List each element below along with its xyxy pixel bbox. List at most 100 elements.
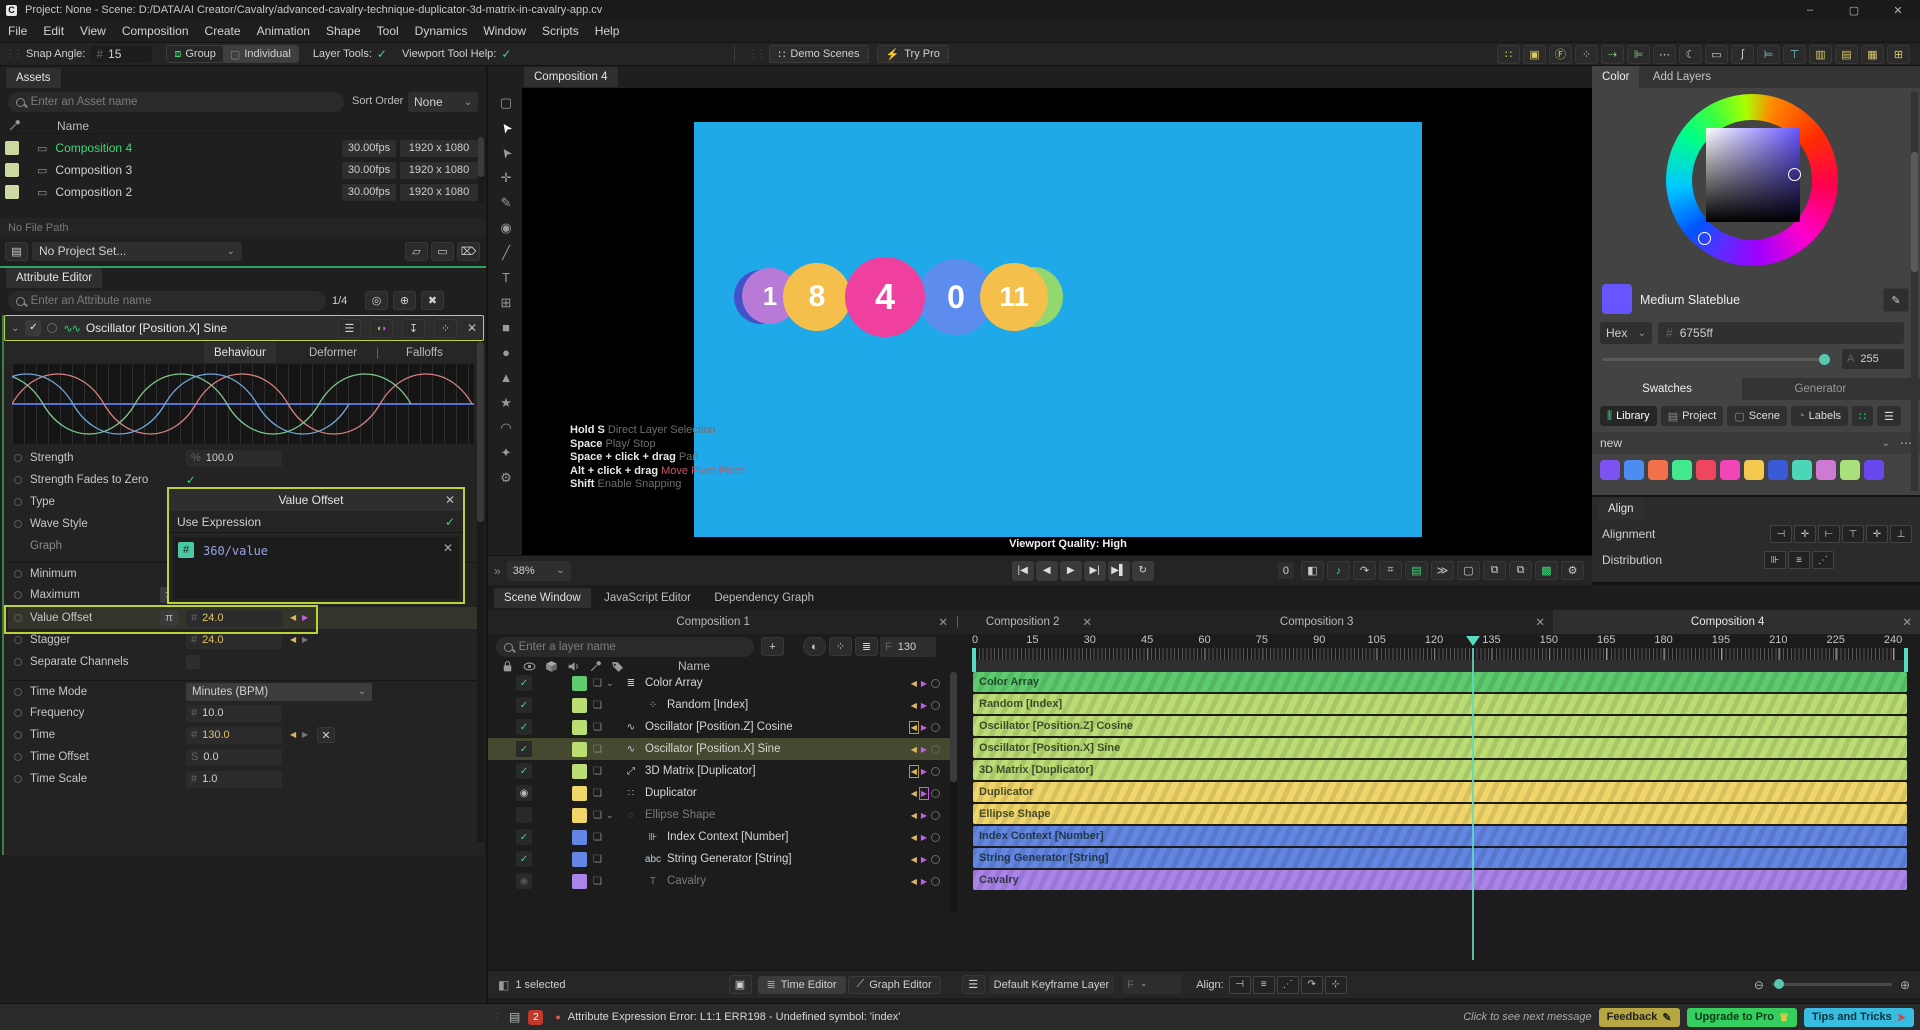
toolbar-icon-button[interactable]: ⋯ xyxy=(1653,45,1676,64)
align-keys-left-icon[interactable]: ⊣ xyxy=(1229,976,1251,994)
layer-name[interactable]: Random [Index] xyxy=(667,699,748,711)
toolbar-icon-button[interactable]: ⊞ xyxy=(1887,45,1910,64)
individual-button[interactable]: ▢ Individual xyxy=(223,46,298,62)
ruler-ticks[interactable] xyxy=(975,648,1895,660)
try-pro-button[interactable]: ⚡ Try Pro xyxy=(877,45,949,63)
time-mode-select[interactable]: Minutes (BPM)⌄ xyxy=(186,683,372,701)
keyframe-left-icon[interactable]: ◀ xyxy=(911,789,917,798)
tab-scene-window[interactable]: Scene Window xyxy=(494,588,591,608)
pick-attribute-icon[interactable]: ◎ xyxy=(365,291,388,310)
menu-item[interactable]: Help xyxy=(587,24,628,38)
comp-tab-4[interactable]: Composition 4 ✕ xyxy=(1553,610,1920,634)
separate-channels-checkbox[interactable] xyxy=(186,655,200,669)
keyframe-layer-select[interactable]: Default Keyframe Layer xyxy=(989,975,1115,994)
timeline-layer-bar[interactable]: Duplicator xyxy=(973,782,1907,802)
comp-tab-2[interactable]: Composition 2 ✕ xyxy=(963,610,1098,634)
layer-toggle[interactable]: ◉ xyxy=(516,873,532,889)
playback-button[interactable]: ◀ xyxy=(1036,561,1058,581)
color-swatch[interactable] xyxy=(1816,460,1836,480)
layer-state-circle[interactable] xyxy=(931,679,940,688)
toolbar-icon-button[interactable]: ▤ xyxy=(1835,45,1858,64)
delete-icon[interactable]: ⌦ xyxy=(457,242,480,261)
toolbar-icon-button[interactable]: ʃ xyxy=(1731,45,1754,64)
toolbar-icon-button[interactable]: ⊨ xyxy=(1757,45,1780,64)
close-icon[interactable]: ✕ xyxy=(1535,615,1545,629)
keyframe-right-icon[interactable]: ▶ xyxy=(302,636,308,644)
timeline-layer-bar[interactable]: Ellipse Shape xyxy=(973,804,1907,824)
keyframe-left-icon[interactable]: ◀ xyxy=(290,636,296,644)
menu-item[interactable]: Animation xyxy=(249,24,318,38)
ease-hook-icon[interactable]: ↷ xyxy=(1301,976,1323,994)
hex-input[interactable]: # 6755ff xyxy=(1658,322,1904,344)
layer-color-swatch[interactable] xyxy=(572,808,587,823)
keyframe-left-icon[interactable]: ◀ xyxy=(911,723,917,732)
remove-connection-icon[interactable]: ✕ xyxy=(317,727,335,743)
sort-order-select[interactable]: None⌄ xyxy=(408,92,478,112)
layer-toggle[interactable]: ✓ xyxy=(516,697,532,713)
layer-list-scrollbar[interactable] xyxy=(950,672,957,912)
viewport-option-button[interactable]: ⧉ xyxy=(1483,561,1506,580)
popup-close-icon[interactable]: ✕ xyxy=(445,493,455,507)
layer-row[interactable]: ✓ ❏ ⁘ Random [Index] ◀ ▶ xyxy=(488,694,950,716)
color-swatch[interactable] xyxy=(1720,460,1740,480)
minimize-button[interactable]: – xyxy=(1788,0,1832,20)
tips-and-tricks-button[interactable]: Tips and Tricks➤ xyxy=(1804,1008,1914,1027)
align-button[interactable]: ⊣ xyxy=(1770,525,1792,543)
tab-dependency-graph[interactable]: Dependency Graph xyxy=(704,588,824,608)
grid-view-button[interactable]: ∷ xyxy=(1852,406,1873,426)
layer-name[interactable]: Duplicator xyxy=(645,787,697,799)
timeline-layer-bar[interactable]: Oscillator [Position.X] Sine xyxy=(973,738,1907,758)
color-swatch[interactable] xyxy=(1672,460,1692,480)
viewport-tool-button[interactable]: ● xyxy=(495,340,517,365)
close-icon[interactable]: ✕ xyxy=(1082,615,1092,629)
layer-tag-icon[interactable]: ❏ xyxy=(593,744,602,755)
distribute-button[interactable]: ⋰ xyxy=(1812,551,1834,569)
keyframe-left-icon[interactable]: ◀ xyxy=(911,679,917,688)
viewport-option-button[interactable]: ▤ xyxy=(1405,561,1428,580)
strength-field[interactable]: %100.0 xyxy=(186,450,282,467)
layer-state-circle[interactable] xyxy=(931,745,940,754)
end-frame-field[interactable]: F130 xyxy=(880,637,936,657)
clear-search-icon[interactable]: ✖ xyxy=(421,291,444,310)
viewport-tool-button[interactable]: ▢ xyxy=(495,90,517,115)
enabled-checkbox[interactable]: ✓ xyxy=(25,320,41,336)
layer-name[interactable]: Oscillator [Position.Z] Cosine xyxy=(645,721,793,733)
keyframe-left-icon[interactable]: ◀ xyxy=(911,701,917,710)
attribute-search-input[interactable] xyxy=(31,295,318,307)
expand-chevron-icon[interactable]: ⌄ xyxy=(606,810,622,821)
timeline-layer-bar[interactable]: Color Array xyxy=(973,672,1907,692)
keyframe-right-icon[interactable]: ▶ xyxy=(921,789,927,798)
viewport-tool-button[interactable]: ■ xyxy=(495,315,517,340)
align-button[interactable]: ⊤ xyxy=(1842,525,1864,543)
menu-item[interactable]: Window xyxy=(475,24,534,38)
frame-mode-icon[interactable]: ▣ xyxy=(729,975,752,994)
new-folder-icon[interactable]: ▱ xyxy=(405,242,428,261)
layer-name[interactable]: Index Context [Number] xyxy=(667,831,788,843)
use-expression-checkbox[interactable]: ✓ xyxy=(445,515,455,529)
asset-name[interactable]: Composition 2 xyxy=(55,185,132,199)
viewport-tool-button[interactable]: ◉ xyxy=(495,215,517,240)
color-mode-select[interactable]: Hex⌄ xyxy=(1600,322,1652,344)
align-keys-center-icon[interactable]: ≡ xyxy=(1253,976,1275,994)
viewport-option-button[interactable]: ⚙ xyxy=(1561,561,1584,580)
viewport-tool-button[interactable]: ╱ xyxy=(495,240,517,265)
frequency-field[interactable]: #10.0 xyxy=(186,705,282,722)
viewport-option-button[interactable]: ▩ xyxy=(1535,561,1558,580)
alpha-slider[interactable] xyxy=(1602,358,1826,361)
sv-selector[interactable] xyxy=(1788,168,1801,181)
tab-generator[interactable]: Generator xyxy=(1745,378,1895,400)
keyframe-right-icon[interactable]: ▶ xyxy=(921,833,927,842)
zoom-in-icon[interactable]: ⊕ xyxy=(1900,978,1910,992)
maximize-button[interactable]: ▢ xyxy=(1832,0,1876,20)
menu-item[interactable]: Scripts xyxy=(534,24,587,38)
layer-color-swatch[interactable] xyxy=(572,786,587,801)
alpha-value-field[interactable]: A 255 xyxy=(1842,349,1904,369)
menu-item[interactable]: Create xyxy=(197,24,249,38)
layer-row[interactable]: ✓ ❏ ⤢ 3D Matrix [Duplicator] ◀ ▶ xyxy=(488,760,950,782)
tab-assets[interactable]: Assets xyxy=(6,68,61,88)
layer-color-swatch[interactable] xyxy=(572,874,587,889)
keyframe-right-icon[interactable]: ▶ xyxy=(921,701,927,710)
keyframe-right-icon[interactable]: ▶ xyxy=(921,811,927,820)
color-swatch[interactable] xyxy=(1864,460,1884,480)
keyframe-frame-field[interactable]: F- xyxy=(1122,975,1182,994)
